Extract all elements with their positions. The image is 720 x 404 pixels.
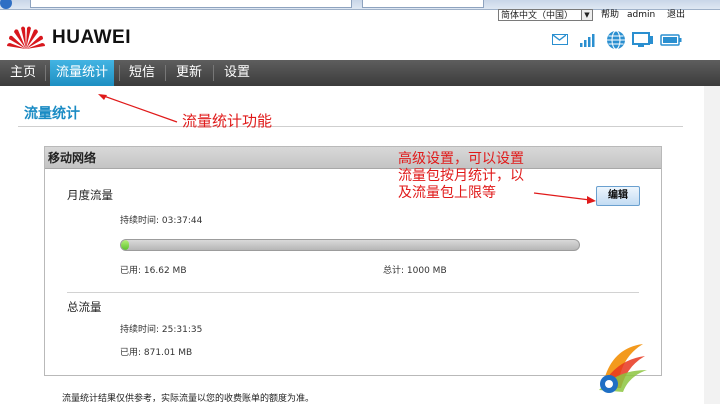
disclaimer-note: 流量统计结果仅供参考，实际流量以您的收费账单的额度为准。 [62,394,315,404]
monthly-total-label: 总计: [383,266,405,276]
signal-icon [580,32,598,48]
total-used-value: 871.01 MB [143,348,193,358]
monthly-duration-label: 持续时间: [120,216,160,226]
monitor-icon [632,32,654,48]
logout-link[interactable]: 退出 [667,9,685,21]
help-link[interactable]: 帮助 [601,9,619,21]
globe-icon [606,30,626,50]
nav-divider [213,65,214,81]
nav-item-sms[interactable]: 短信 [129,60,155,86]
monthly-used: 已用: 16.62 MB [120,263,187,276]
monthly-total-value: 1000 MB [406,266,447,276]
nav-item-settings[interactable]: 设置 [224,60,250,86]
browser-tab[interactable] [362,0,484,8]
username: admin [627,10,656,20]
battery-icon [660,34,682,46]
browser-icon[interactable] [0,0,12,9]
monthly-total: 总计: 1000 MB [383,263,447,276]
monthly-used-value: 16.62 MB [143,266,187,276]
section-divider [67,292,639,293]
nav-divider [165,65,166,81]
total-used-label: 已用: [120,348,142,358]
total-used: 已用: 871.01 MB [120,345,192,358]
page-title: 流量统计 [24,106,80,122]
monthly-traffic-label: 月度流量 [67,188,113,202]
annotation-arrow-feature [98,94,178,123]
mail-icon[interactable] [552,34,568,45]
nav-item-update[interactable]: 更新 [176,60,202,86]
watermark-logo-icon [599,344,647,393]
monthly-used-label: 已用: [120,266,142,276]
language-select-value: 简体中文（中国） [501,11,574,21]
monthly-duration: 持续时间: 03:37:44 [120,213,202,226]
panel-title: 移动网络 [45,147,661,169]
huawei-logo-icon [7,26,45,49]
monthly-usage-progress [120,239,580,251]
nav-item-traffic-stats[interactable]: 流量统计 [50,60,115,86]
edit-button[interactable]: 编辑 [596,186,640,206]
monthly-duration-value: 03:37:44 [161,216,203,226]
annotation-arrow-settings [533,192,596,204]
annotation-feature: 流量统计功能 [182,112,273,130]
total-traffic-label: 总流量 [67,300,102,314]
scrollbar[interactable] [704,86,720,404]
annotation-settings-line-1: 高级设置，可以设置 [398,151,524,167]
nav-item-home[interactable]: 主页 [10,60,36,86]
total-duration: 持续时间: 25:31:35 [120,322,202,335]
nav-divider [45,65,46,81]
monthly-usage-progress-fill [121,240,129,250]
total-duration-value: 25:31:35 [161,325,203,335]
language-select[interactable]: 简体中文（中国） ▼ [498,9,593,21]
address-bar[interactable] [30,0,352,8]
mobile-network-panel: 移动网络 月度流量 持续时间: 03:37:44 编辑 已用: 16.62 MB… [44,146,662,376]
annotation-settings-line-2: 流量包按月统计，以 [398,168,524,184]
total-duration-label: 持续时间: [120,325,160,335]
chevron-down-icon[interactable]: ▼ [581,9,593,21]
main-nav: 主页 流量统计 短信 更新 设置 [0,60,720,86]
annotation-settings-line-3: 及流量包上限等 [398,185,496,201]
nav-divider [119,65,120,81]
brand-name: HUAWEI [52,27,131,48]
